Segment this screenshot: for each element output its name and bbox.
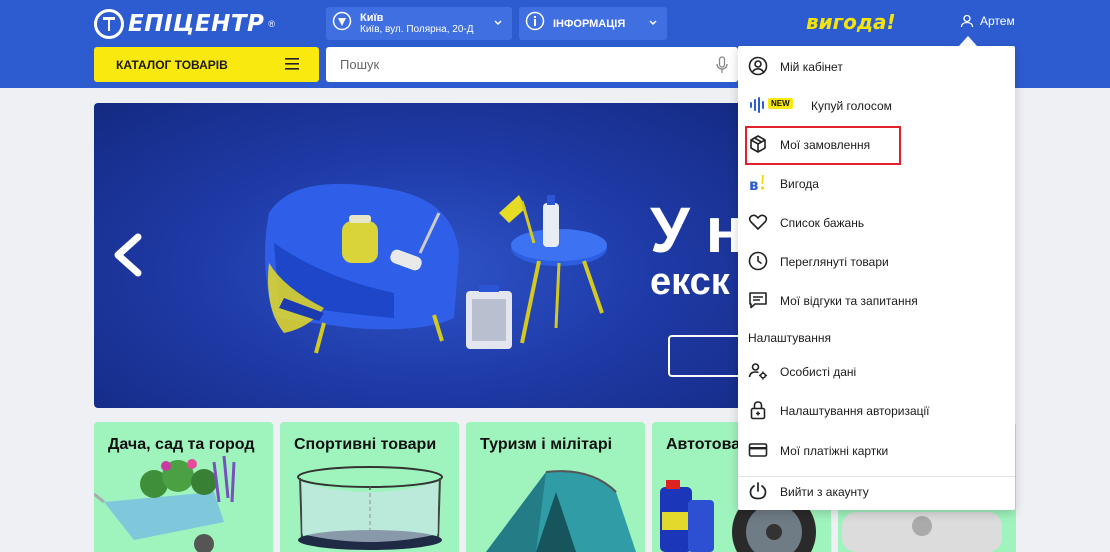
tent-image	[486, 470, 636, 552]
menu-item-wishlist[interactable]: Список бажань	[738, 204, 1015, 240]
menu-burger-icon	[285, 58, 299, 70]
menu-item-logout[interactable]: Вийти з акаунту	[738, 473, 1015, 509]
menu-item-label: Вийти з акаунту	[780, 485, 869, 499]
menu-item-vygoda[interactable]: в Вигода	[738, 165, 1015, 201]
user-account-button[interactable]: Артем	[960, 14, 1015, 28]
info-label: ІНФОРМАЦІЯ	[553, 17, 626, 30]
microphone-icon[interactable]	[716, 56, 728, 74]
trampoline-image	[297, 466, 443, 550]
location-city: Київ	[360, 11, 384, 24]
user-circle-icon	[748, 56, 768, 76]
menu-item-label: Мої платіжні картки	[780, 444, 889, 458]
info-icon	[525, 11, 545, 36]
menu-item-label: Вигода	[780, 177, 819, 191]
epicentr-logo[interactable]: ЕПІЦЕНТР ®	[94, 8, 275, 40]
menu-item-cabinet[interactable]: Мій кабінет	[738, 48, 1015, 84]
banner-subline: екск	[650, 261, 730, 303]
user-name: Артем	[980, 14, 1015, 28]
banner-headline: У н	[650, 194, 744, 266]
clock-icon	[748, 251, 768, 271]
new-badge: NEW	[768, 98, 793, 109]
search-input[interactable]	[340, 57, 700, 72]
user-icon	[960, 14, 974, 28]
catalog-button[interactable]: КАТАЛОГ ТОВАРІВ	[94, 47, 319, 82]
catalog-label: КАТАЛОГ ТОВАРІВ	[116, 57, 228, 72]
vygoda-logo[interactable]: вигода!	[806, 10, 896, 34]
power-icon	[748, 481, 768, 501]
category-card-garden[interactable]: Дача, сад та город	[94, 422, 273, 552]
logo-text: ЕПІЦЕНТР	[128, 11, 265, 37]
logo-registered-mark: ®	[268, 19, 276, 29]
chevron-down-icon	[494, 20, 502, 26]
menu-item-viewed[interactable]: Переглянуті товари	[738, 243, 1015, 279]
chevron-down-icon	[649, 20, 657, 26]
lock-icon	[748, 400, 768, 420]
location-address: Київ, вул. Полярна, 20-Д	[360, 23, 474, 35]
wheelbarrow-image	[94, 455, 236, 552]
menu-item-label: Налаштування авторизації	[780, 404, 930, 418]
menu-item-reviews[interactable]: Мої відгуки та запитання	[738, 282, 1015, 318]
menu-item-label: Мої відгуки та запитання	[780, 294, 918, 308]
svg-text:в: в	[749, 176, 759, 193]
menu-item-label: Переглянуті товари	[780, 255, 889, 269]
menu-item-label: Купуй голосом	[811, 99, 892, 113]
logo-emblem-icon	[94, 9, 124, 39]
heart-icon	[748, 212, 768, 232]
location-pin-icon	[332, 11, 352, 36]
info-dropdown[interactable]: ІНФОРМАЦІЯ	[519, 7, 667, 40]
chat-bubble-icon	[748, 290, 768, 310]
location-selector[interactable]: Київ Київ, вул. Полярна, 20-Д	[326, 7, 512, 40]
search-bar	[326, 47, 738, 82]
menu-item-personal-data[interactable]: Особисті дані	[738, 353, 1015, 389]
credit-card-icon	[748, 440, 768, 460]
account-dropdown-menu: Мій кабінет NEW Купуй голосом Мої замовл…	[738, 46, 1015, 510]
voice-wave-icon	[748, 95, 768, 115]
menu-item-payment-cards[interactable]: Мої платіжні картки	[738, 432, 1015, 468]
user-gear-icon	[748, 361, 768, 381]
category-card-sport[interactable]: Спортивні товари	[280, 422, 459, 552]
banner-prev-arrow-icon[interactable]	[110, 233, 146, 277]
highlight-box	[745, 126, 901, 165]
vygoda-logo-icon: в	[748, 173, 768, 193]
promo-banner[interactable]: У н екск Ку	[94, 103, 754, 408]
menu-item-label: Мій кабінет	[780, 60, 843, 74]
category-card-tourism[interactable]: Туризм і мілітарі	[466, 422, 645, 552]
menu-item-label: Особисті дані	[780, 365, 857, 379]
settings-section-label: Налаштування	[748, 331, 831, 345]
menu-item-auth-settings[interactable]: Налаштування авторизації	[738, 392, 1015, 428]
menu-item-label: Список бажань	[780, 216, 865, 230]
menu-item-voice-shopping[interactable]: NEW Купуй голосом	[738, 87, 1015, 123]
